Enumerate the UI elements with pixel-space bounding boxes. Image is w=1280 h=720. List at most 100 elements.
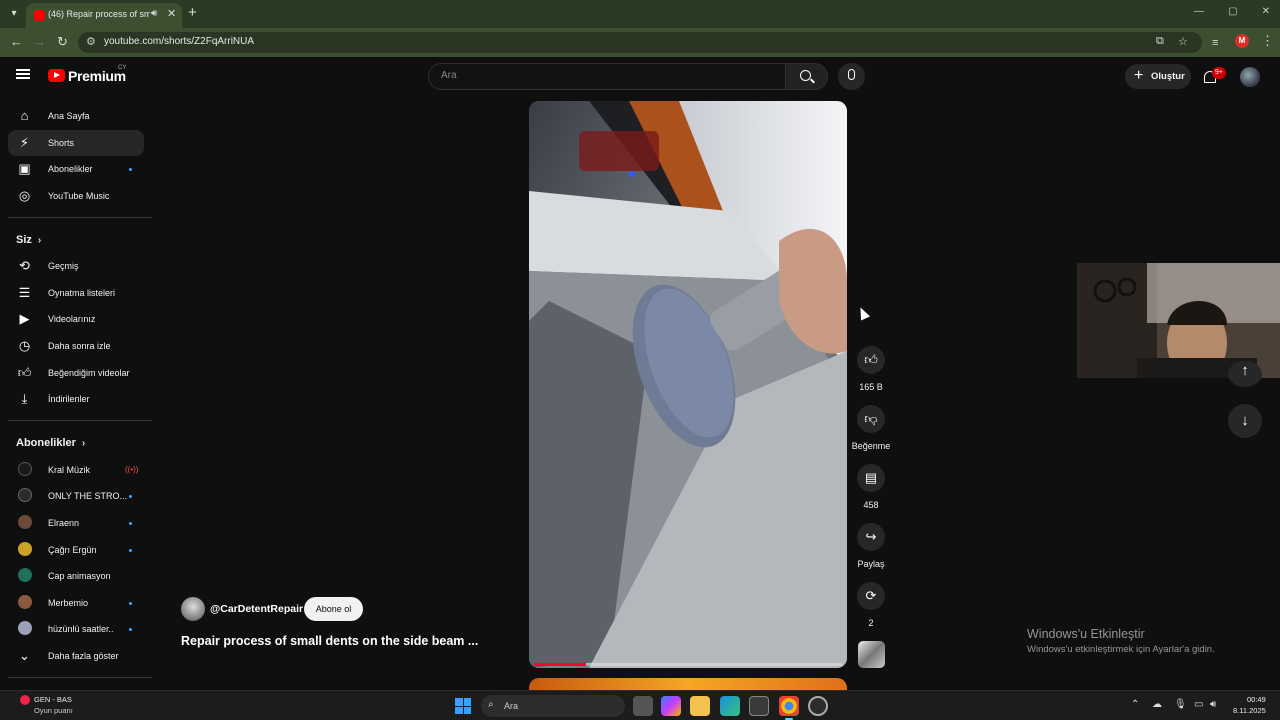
- new-tab-icon[interactable]: +: [188, 4, 197, 21]
- more-icon[interactable]: ⋮: [1261, 33, 1274, 49]
- volume-icon[interactable]: 🔊︎: [1210, 699, 1216, 710]
- reload-icon[interactable]: ↻: [57, 34, 68, 50]
- subscription-item[interactable]: Kral Müzik ((•)): [8, 457, 144, 483]
- next-short-button[interactable]: ↓: [1228, 404, 1262, 438]
- youtube-logo-icon[interactable]: [48, 69, 65, 82]
- sidebar-item-label: ONLY THE STRO...: [48, 491, 128, 501]
- section-title: Abonelikler: [16, 437, 76, 449]
- previous-short-button[interactable]: ↑: [1228, 361, 1262, 387]
- subscription-item[interactable]: Çağrı Ergün: [8, 537, 144, 563]
- mic-icon: [848, 69, 855, 80]
- site-info-icon[interactable]: ⚙: [86, 35, 96, 48]
- like-icon[interactable]: 👍︎: [857, 346, 885, 374]
- subscription-item[interactable]: ONLY THE STRO...: [8, 483, 144, 509]
- media-controls-icon[interactable]: ≡: [1212, 37, 1218, 49]
- activation-watermark-title: Windows'u Etkinleştir: [1027, 627, 1145, 641]
- start-icon[interactable]: [455, 698, 471, 714]
- sidebar-item-label: Shorts: [48, 138, 75, 148]
- short-video-player[interactable]: [529, 101, 847, 668]
- back-icon[interactable]: ←: [10, 34, 23, 49]
- sidebar-item-watch-later[interactable]: ◷ Daha sonra izle: [8, 333, 144, 359]
- divider: [8, 217, 152, 218]
- chrome-icon[interactable]: [779, 696, 799, 720]
- sidebar-item-youtube-music[interactable]: ◎ YouTube Music: [8, 183, 144, 209]
- subscription-item[interactable]: Cap animasyon: [8, 563, 144, 589]
- watch-later-icon: ◷: [18, 338, 31, 353]
- sound-thumbnail[interactable]: [858, 641, 885, 668]
- dislike-icon[interactable]: 👎︎: [857, 405, 885, 433]
- new-content-dot: [129, 168, 132, 171]
- section-title: Siz: [16, 234, 32, 246]
- search-button[interactable]: [786, 63, 828, 90]
- avatar[interactable]: [1240, 67, 1260, 87]
- channel-avatar: [18, 515, 32, 529]
- taskbar-search[interactable]: ⌕ Ara: [481, 695, 625, 717]
- clock-date[interactable]: 8.11.2025: [1233, 706, 1266, 715]
- channel-avatar[interactable]: [181, 597, 205, 621]
- next-short-preview[interactable]: [529, 678, 847, 690]
- url-text[interactable]: youtube.com/shorts/Z2FqArriNUA: [104, 36, 254, 47]
- microphone-icon[interactable]: 🎙︎: [1174, 699, 1187, 710]
- speaker-icon[interactable]: 🔊︎: [151, 8, 157, 19]
- store-icon[interactable]: [749, 696, 769, 716]
- sidebar-item-playlists[interactable]: ☰ Oynatma listeleri: [8, 280, 144, 306]
- browser-tab[interactable]: (46) Repair process of small 🔊︎ ✕: [26, 3, 182, 28]
- sidebar-item-label: Elraenn: [48, 518, 80, 528]
- cloud-icon[interactable]: ☁: [1152, 699, 1162, 710]
- address-bar-row: ← → ↻ ⚙ youtube.com/shorts/Z2FqArriNUA ⧉…: [0, 28, 1280, 57]
- close-tab-icon[interactable]: ✕: [167, 7, 176, 20]
- forward-icon[interactable]: →: [33, 34, 46, 49]
- app-icon[interactable]: [808, 696, 828, 716]
- channel-handle[interactable]: @CarDetentRepair: [210, 603, 303, 615]
- sidebar-item-downloads[interactable]: ⤓ İndirilenler: [8, 386, 144, 412]
- search-input[interactable]: [441, 70, 771, 81]
- sidebar-item-shorts[interactable]: ⚡︎ Shorts: [8, 130, 144, 156]
- minimize-icon[interactable]: —: [1194, 6, 1204, 17]
- sidebar-item-your-videos[interactable]: ▶︎ Videolarınız: [8, 306, 144, 332]
- section-you[interactable]: Siz ›: [16, 234, 41, 246]
- copilot-icon[interactable]: [661, 696, 681, 716]
- sidebar-item-label: Geçmiş: [48, 261, 79, 271]
- close-window-icon[interactable]: ✕: [1262, 6, 1270, 17]
- subscription-item[interactable]: Merbemio: [8, 590, 144, 616]
- task-view-icon[interactable]: [633, 696, 653, 716]
- sidebar-item-subscriptions[interactable]: ▣ Abonelikler: [8, 156, 144, 182]
- widgets-icon[interactable]: [20, 695, 30, 705]
- sidebar-item-history[interactable]: ⟲ Geçmiş: [8, 253, 144, 279]
- sidebar-item-home[interactable]: ⌂ Ana Sayfa: [8, 103, 144, 129]
- chevron-up-icon[interactable]: ⌃: [1131, 699, 1139, 710]
- show-more-label: Daha fazla göster: [48, 651, 119, 661]
- file-explorer-icon[interactable]: [690, 696, 710, 716]
- video-frame: [529, 101, 847, 668]
- widget-line-2[interactable]: Oyun puanı: [34, 706, 73, 715]
- create-button[interactable]: + Oluştur: [1125, 64, 1191, 89]
- maximize-icon[interactable]: ▢: [1228, 6, 1237, 17]
- clock-time[interactable]: 00:49: [1247, 695, 1266, 704]
- network-icon[interactable]: ▭: [1194, 699, 1203, 710]
- bookmark-star-icon[interactable]: ☆: [1178, 35, 1188, 48]
- open-in-app-icon[interactable]: ⧉: [1156, 35, 1164, 48]
- voice-search-button[interactable]: [838, 63, 865, 90]
- comments-icon[interactable]: ▤: [857, 464, 885, 492]
- section-subscriptions[interactable]: Abonelikler ›: [16, 437, 85, 449]
- shorts-icon: ⚡︎: [19, 135, 30, 150]
- profile-avatar[interactable]: M: [1235, 34, 1249, 48]
- subscription-item[interactable]: hüzünlü saatler..: [8, 616, 144, 642]
- subscription-item[interactable]: Elraenn: [8, 510, 144, 536]
- remix-icon[interactable]: ⟳: [857, 582, 885, 610]
- sidebar-item-liked-videos[interactable]: 👍︎ Beğendiğim videolar: [8, 360, 144, 386]
- history-icon: ⟲: [19, 258, 30, 273]
- sidebar-item-label: İndirilenler: [48, 394, 90, 404]
- share-icon[interactable]: ↪: [857, 523, 885, 551]
- tab-search-icon[interactable]: ▾: [6, 6, 22, 22]
- menu-icon[interactable]: [16, 69, 30, 79]
- widget-line-1[interactable]: GEN - BAS: [34, 695, 72, 704]
- short-title[interactable]: Repair process of small dents on the sid…: [181, 634, 511, 648]
- show-more-button[interactable]: ⌄ Daha fazla göster: [8, 643, 144, 669]
- channel-avatar: [18, 462, 32, 476]
- downloads-icon: ⤓: [21, 391, 28, 406]
- subscribe-button[interactable]: Abone ol: [304, 597, 363, 621]
- omnibox[interactable]: ⚙ youtube.com/shorts/Z2FqArriNUA ⧉ ☆: [78, 32, 1202, 53]
- edge-icon[interactable]: [720, 696, 740, 716]
- video-progress-bar[interactable]: [534, 663, 842, 666]
